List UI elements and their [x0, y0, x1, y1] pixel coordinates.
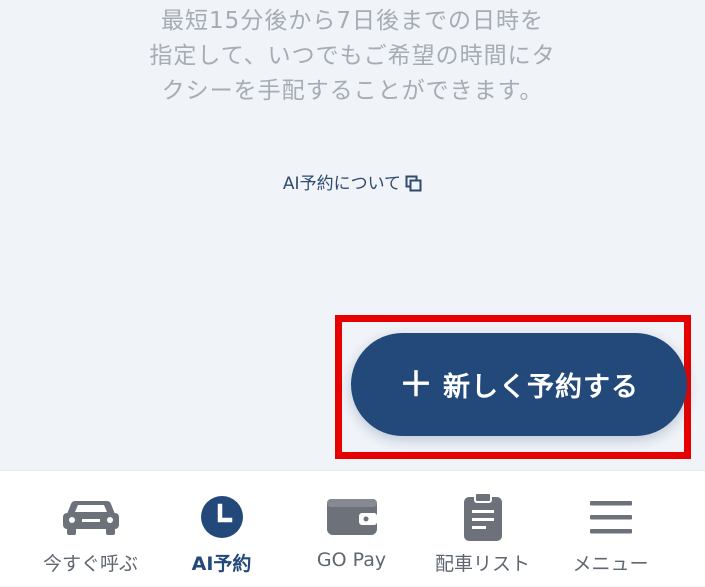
- new-reservation-button[interactable]: ＋ 新しく予約する: [351, 333, 687, 436]
- tab-call-now[interactable]: 今すぐ呼ぶ: [20, 471, 161, 587]
- about-ai-reservation-link[interactable]: AI予約について: [0, 170, 705, 198]
- tab-menu[interactable]: メニュー: [540, 471, 681, 587]
- description-line: 最短15分後から7日後までの日時を: [161, 8, 544, 34]
- clock-icon: [151, 491, 292, 543]
- tab-label: AI予約: [191, 553, 252, 575]
- car-icon: [20, 491, 161, 543]
- tab-label: メニュー: [572, 553, 649, 575]
- plus-icon: ＋: [399, 364, 433, 405]
- menu-icon: [540, 491, 681, 543]
- reservation-description: 最短15分後から7日後までの日時を 指定して、いつでもご希望の時間にタ クシーを…: [0, 4, 705, 109]
- tab-label: 今すぐ呼ぶ: [42, 553, 138, 575]
- tab-go-pay[interactable]: GO Pay: [281, 471, 422, 587]
- new-reservation-label: 新しく予約する: [443, 372, 639, 403]
- clipboard-icon: [412, 491, 553, 543]
- description-line: クシーを手配することができます。: [161, 78, 544, 104]
- tab-ride-list[interactable]: 配車リスト: [412, 471, 553, 587]
- tab-label: GO Pay: [316, 549, 387, 571]
- tab-ai-reservation[interactable]: AI予約: [151, 471, 292, 587]
- about-link-label: AI予約について: [282, 174, 402, 194]
- tab-label: 配車リスト: [434, 553, 530, 575]
- bottom-tab-bar: 今すぐ呼ぶ AI予約 GO Pay 配車リスト メニュー: [0, 470, 705, 586]
- copy-icon: [401, 174, 422, 194]
- description-line: 指定して、いつでもご希望の時間にタ: [149, 43, 556, 69]
- wallet-icon: [281, 491, 422, 543]
